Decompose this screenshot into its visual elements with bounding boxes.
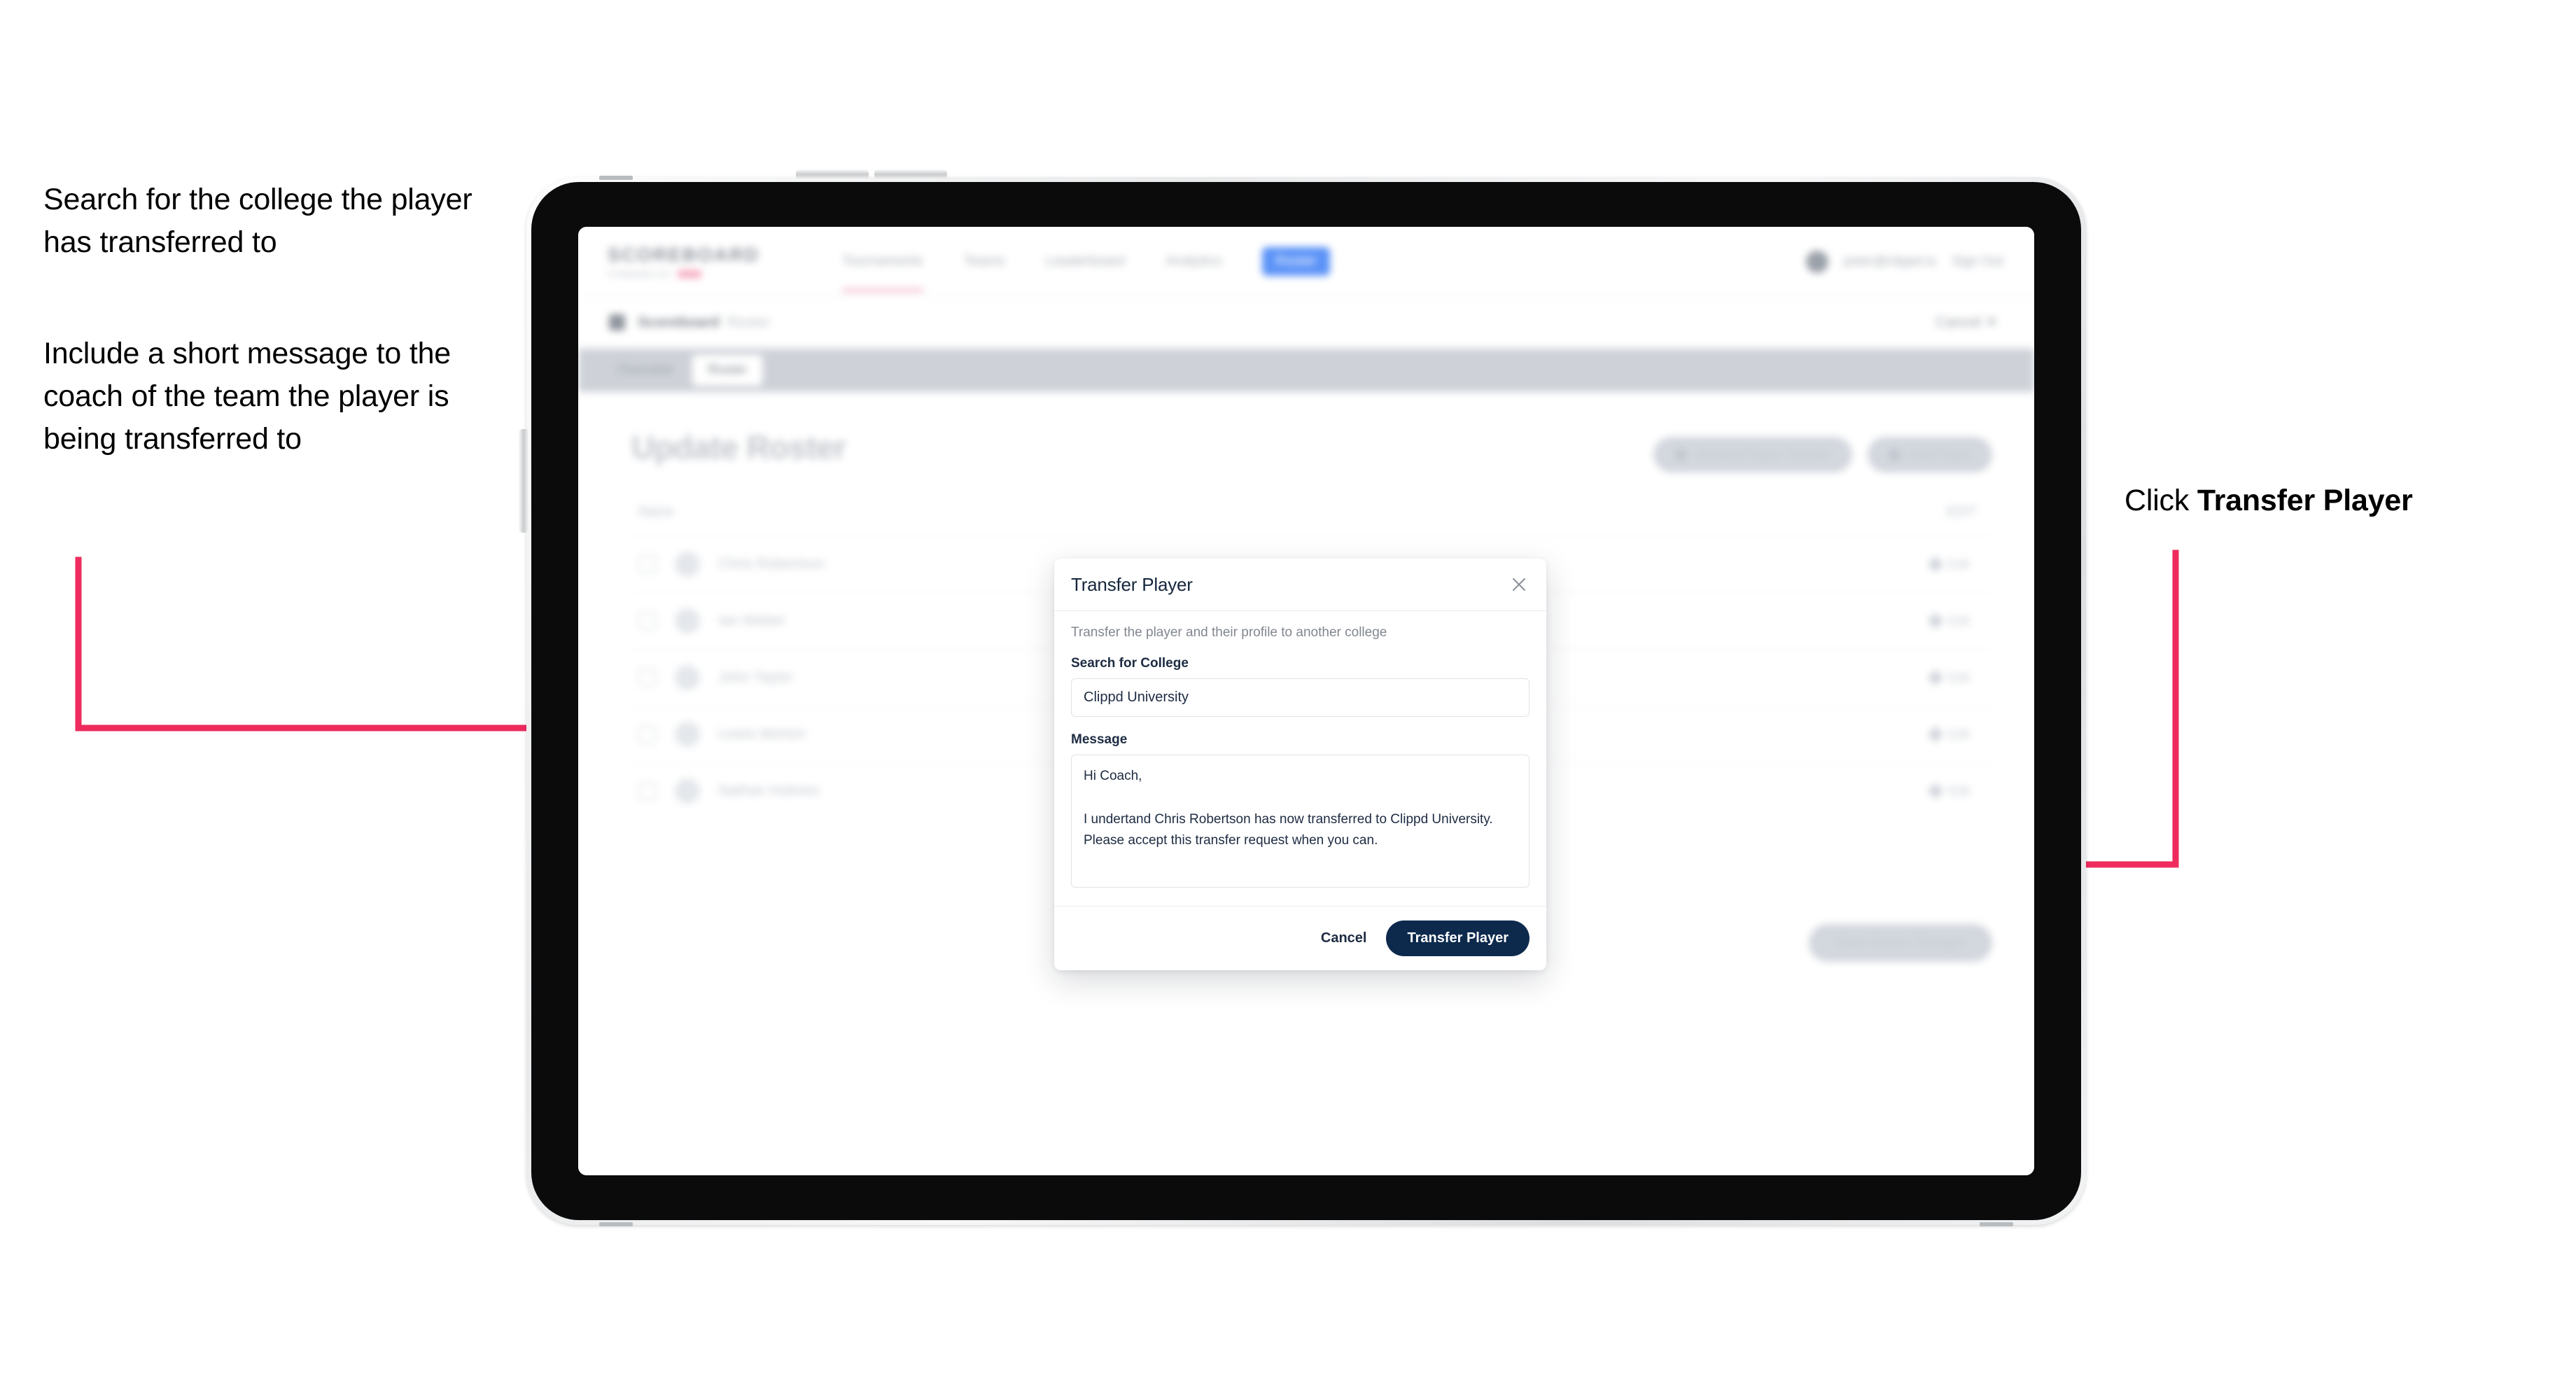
antenna-seam-top-left xyxy=(599,176,633,180)
volume-down-button[interactable] xyxy=(874,169,947,178)
message-field-label: Message xyxy=(1071,732,1128,747)
annotation-include-message: Include a short message to the coach of … xyxy=(43,337,451,456)
dialog-body: Transfer the player and their profile to… xyxy=(1054,611,1546,906)
dialog-title: Transfer Player xyxy=(1071,573,1193,595)
annotation-click-transfer-player: Click Transfer Player xyxy=(2124,479,2572,522)
device-screen: SCOREBOARD POWERED BY Tournaments Teams … xyxy=(578,227,2034,1175)
message-textarea[interactable]: Hi Coach, I undertand Chris Robertson ha… xyxy=(1071,755,1530,888)
annotation-right-bold: Transfer Player xyxy=(2197,484,2413,517)
modal-layer: Transfer Player Transfer the player and … xyxy=(578,227,2034,1175)
tablet-device-frame: SCOREBOARD POWERED BY Tournaments Teams … xyxy=(519,169,2086,1226)
dialog-header: Transfer Player xyxy=(1054,559,1546,611)
antenna-seam-bottom-right xyxy=(1980,1222,2013,1226)
dialog-description: Transfer the player and their profile to… xyxy=(1071,625,1387,640)
college-field-label: Search for College xyxy=(1071,656,1189,671)
transfer-player-button[interactable]: Transfer Player xyxy=(1386,920,1530,956)
college-field-group: Search for College xyxy=(1071,656,1530,717)
annotation-right-prefix: Click xyxy=(2124,484,2197,517)
antenna-seam-bottom-left xyxy=(599,1222,633,1226)
transfer-player-dialog: Transfer Player Transfer the player and … xyxy=(1054,559,1546,970)
annotation-search-college: Search for the college the player has tr… xyxy=(43,183,472,260)
message-field-group: Message Hi Coach, I undertand Chris Robe… xyxy=(1071,732,1530,888)
close-icon[interactable] xyxy=(1507,573,1531,596)
power-button[interactable] xyxy=(519,429,528,533)
volume-up-button[interactable] xyxy=(796,169,869,178)
cancel-button[interactable]: Cancel xyxy=(1321,930,1367,946)
search-college-input[interactable] xyxy=(1071,678,1530,717)
screenshot-canvas: Search for the college the player has tr… xyxy=(0,0,2576,1386)
dialog-footer: Cancel Transfer Player xyxy=(1054,906,1546,970)
